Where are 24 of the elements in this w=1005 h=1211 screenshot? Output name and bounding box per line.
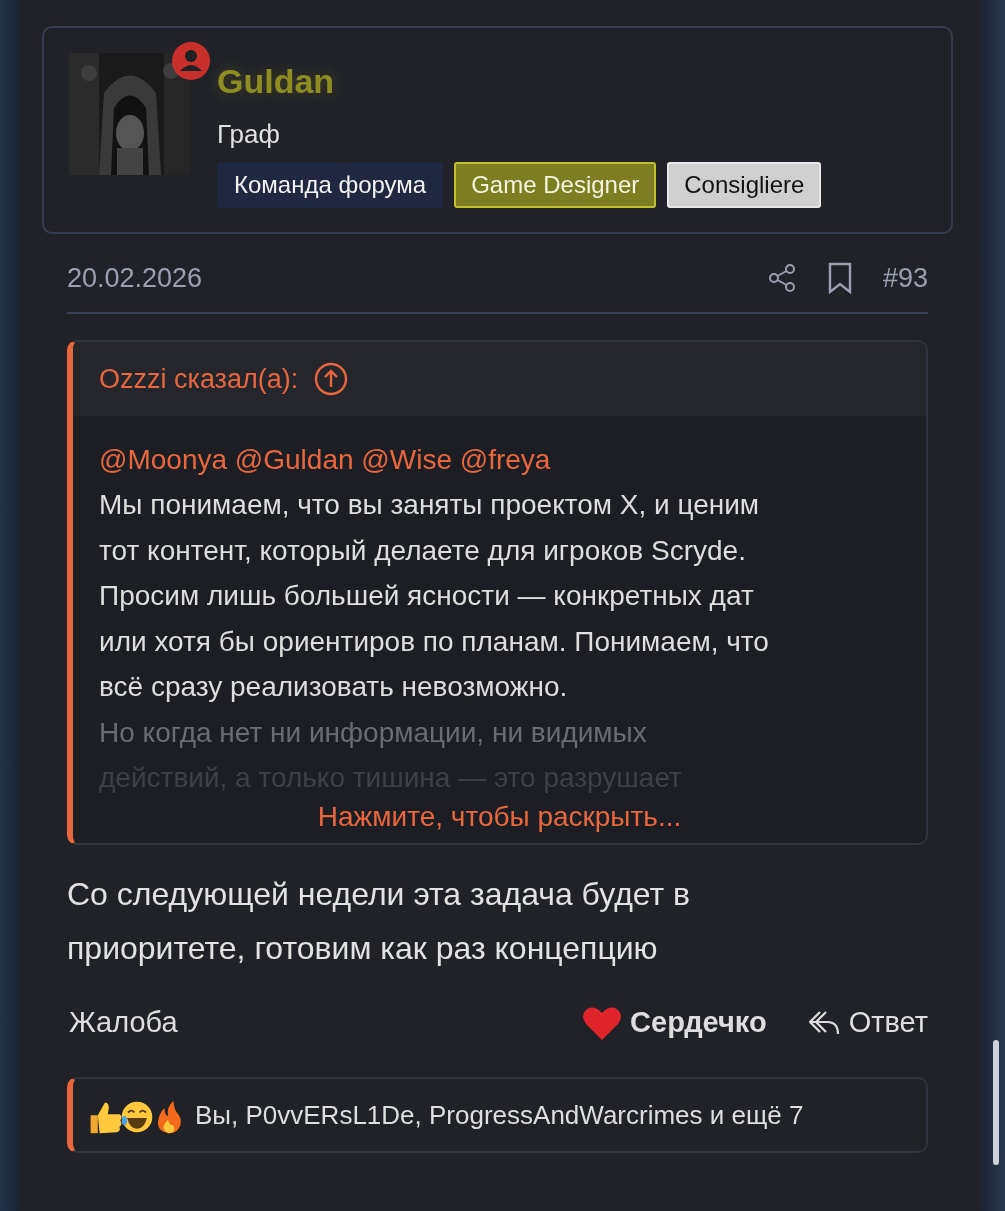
scrollbar[interactable] (993, 1040, 999, 1165)
quote-text: или хотя бы ориентиров по планам. Понимаем, что (99, 624, 770, 659)
reactions-bar[interactable]: Вы, P0vvERsL1De, ProgressAndWarcrimes и ещё 7 (67, 1076, 928, 1153)
quote-text: Просим лишь большей ясности — конкретных дат (99, 579, 755, 613)
quote-author-link[interactable]: Ozzzi сказал(а): (99, 363, 299, 395)
mention-links[interactable]: @Moonya @Guldan @Wise @freya (99, 438, 900, 482)
quote-text: Мы понимаем, что вы заняты проектом X, и ценим (99, 488, 761, 522)
quote-text: всё сразу реализовать невозможно. (99, 670, 569, 704)
quote-text: Но когда нет ни информации, ни видимых (99, 715, 648, 750)
post-date[interactable]: 20.02.2026 (67, 262, 203, 294)
like-link[interactable]: Сердечко (582, 1004, 767, 1041)
user-badge: Команда форума (217, 162, 444, 208)
quote-text: тот контент, который делаете для игроков Scryde. (99, 533, 747, 568)
share-icon[interactable] (766, 263, 797, 293)
arrow-up-circle-icon[interactable] (314, 362, 349, 396)
username-link[interactable]: Guldan (217, 62, 822, 101)
bookmark-icon[interactable] (826, 262, 853, 294)
user-badge: Consigliere (667, 162, 822, 208)
post-number-link[interactable]: #93 (882, 262, 928, 294)
reply-link[interactable]: Ответ (806, 1006, 928, 1039)
report-link[interactable]: Жалоба (69, 1006, 178, 1039)
user-badge: Game Designer (454, 162, 657, 208)
post-text: Со следующей недели эта задача будет в приоритете, готовим как раз концепцию (67, 874, 692, 968)
user-title: Граф (217, 119, 281, 150)
